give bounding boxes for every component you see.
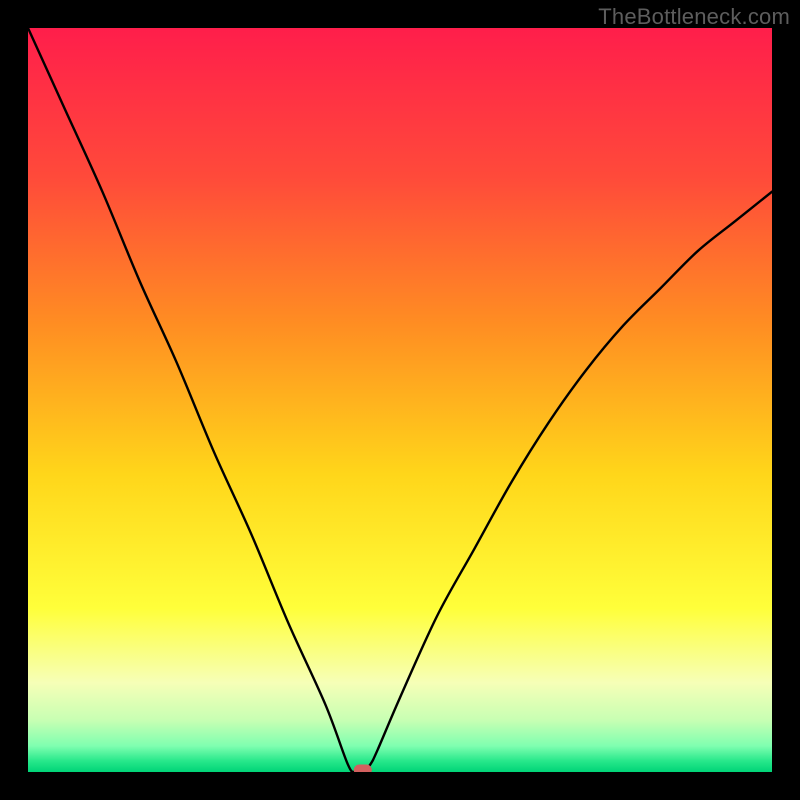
gradient-background <box>28 28 772 772</box>
chart-frame: TheBottleneck.com <box>0 0 800 800</box>
chart-svg <box>28 28 772 772</box>
watermark-text: TheBottleneck.com <box>598 4 790 30</box>
optimum-marker <box>354 765 372 773</box>
bottleneck-chart <box>28 28 772 772</box>
